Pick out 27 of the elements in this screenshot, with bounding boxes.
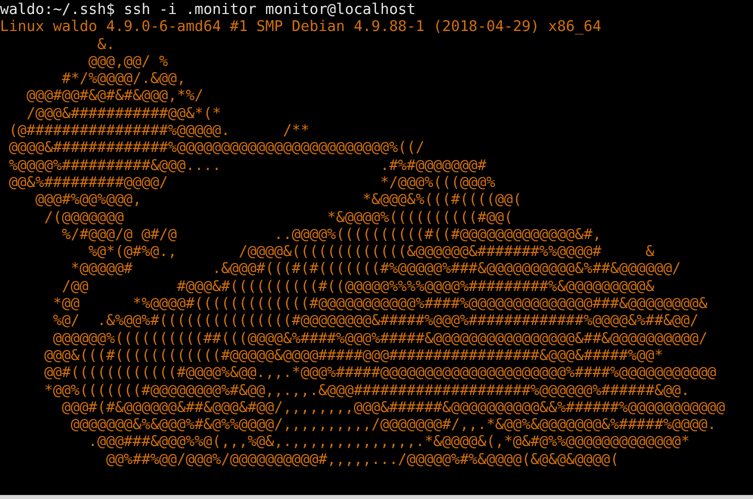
output-line: @@#((((((((((((#@@@@%&@@.,,.*@@@%#####@@@@@@@@@@@@@@@@@@@@@%####%@@@@@@@@@@@ bbox=[43, 364, 716, 382]
output-line: %@/ .&%@@%#(((((((((((((((#@@@@@@@@&#####%@@@%#############%@@@@&%##&@@/ bbox=[52, 312, 699, 330]
output-line: %@@@@%##########&@@@.... .#%#@@@@@@@# bbox=[8, 156, 486, 174]
output-line: *@@ *%@@@@#(((((((((((((#@@@@@@@@@@@%####%@@@@@@@@@@@@@@###&@@@@@@@@& bbox=[52, 295, 708, 312]
output-line: @@@&(((#((((((((((((#@@@@@&@@@@#####@@@#################&@@@&#####%@@* bbox=[43, 346, 664, 364]
output-line: %@*(@#%@., /@@@@&(((((((((((((&@@@@@@&#######%%@@@@# & bbox=[87, 243, 654, 260]
output-line: /@@ #@@@&#((((((((((#((@@@@@%%%%@@@@%#########%&@@@@@@@@@& bbox=[60, 278, 654, 296]
output-line: @@%##%@@/@@@%/@@@@@@@@@@#,,,,,.../@@@@@%#%&@@@@(&@&@&@@@@( bbox=[105, 450, 619, 468]
output-line: @@@#(#&@@@@@@&##&@@@&#@@/,,,,,,,,@@@&######&@@@@@@@@@@&&%######%@@@@@@@@@@@ bbox=[60, 398, 726, 416]
output-line: @@@,@@/ % bbox=[87, 52, 168, 70]
output-line: (@################%@@@@@. /** bbox=[8, 122, 310, 140]
output-line: @@@#@@#&@#&#&@@@,*%/ bbox=[26, 87, 204, 105]
output-line: *@@%(((((((#@@@@@@@@%#&@@,,.,,.&@@@####################%@@@@@@%######&@@. bbox=[43, 382, 690, 399]
output-line: /(@@@@@@@ *&@@@@%((((((((((#@@( bbox=[43, 208, 513, 226]
output-line: @@@#%@@%@@@, *&@@@&%(((#((((@@( bbox=[34, 191, 522, 209]
output-line: /@@@&###########@@&*(* bbox=[26, 104, 222, 122]
output-line: @@@@@@%((((((((((##(((@@@@&%####%@@@%#####&@@@@@@@@@@@@@@@@&##&@@@@@@@@@@/ bbox=[52, 330, 708, 347]
output-line: &. bbox=[96, 36, 115, 53]
output-line: .@@@###&@@@%%@(,,,%@&,.,,,,,,,,,,,,,,.*&@@@@&(,*@&#@%%@@@@@@@@@@@@@* bbox=[87, 433, 690, 451]
output-line: Linux waldo 4.9.0-6-amd64 #1 SMP Debian 4.9.88-1 (2018-04-29) x86_64 bbox=[0, 18, 602, 36]
output-line: *@@@@@# .&@@@#(((#(#(((((((#%@@@@@%###&@@@@@@@@@@&%##&@@@@@@/ bbox=[70, 260, 681, 278]
output-line: @@@@&#############%@@@@@@@@@@@@@@@@@@@@@@@@%((/ bbox=[8, 139, 424, 157]
output-line: @@@@@@@&%&@@@%#&@%%@@@@/,,,,,,,,,,/@@@@@@@#/,,.*&@@%&@@@@@@@&%#####%@@@@. bbox=[70, 416, 716, 434]
output-line: #*/%@@@@/.&@@, bbox=[60, 70, 186, 88]
output-line: @@&%#########@@@@/ */@@@%(((@@@% bbox=[8, 174, 496, 192]
command-line: waldo:~/.ssh$ ssh -i .monitor monitor@localhost bbox=[0, 1, 416, 18]
output-line: %/#@@@/@ @#/@ ..@@@@%((((((((((#((#@@@@@@@@@@@@@&#, bbox=[60, 226, 602, 244]
